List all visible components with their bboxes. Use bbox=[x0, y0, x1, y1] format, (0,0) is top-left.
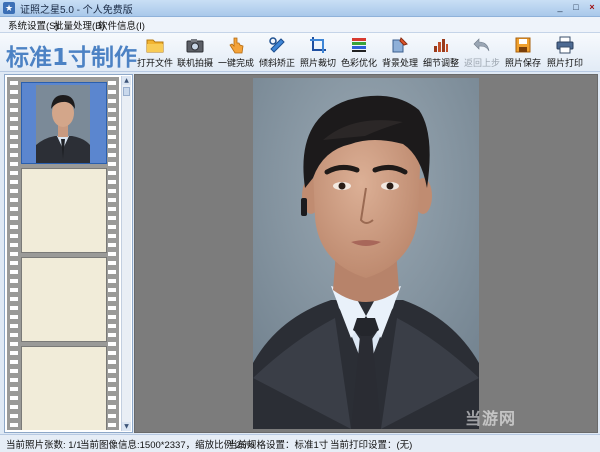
window-title: 证照之星5.0 - 个人免费版 bbox=[20, 5, 133, 16]
portrait-image bbox=[253, 78, 479, 429]
tool-label: 一键完成 bbox=[217, 58, 254, 68]
maximize-button[interactable]: □ bbox=[568, 1, 584, 14]
film-perforations-left bbox=[10, 77, 18, 430]
id-photo[interactable] bbox=[253, 78, 479, 429]
save-photo-button[interactable]: 照片保存 bbox=[503, 36, 543, 70]
thumbnail-frame-active[interactable] bbox=[21, 82, 107, 164]
app-window: ★ 证照之星5.0 - 个人免费版 _ □ × 系统设置(S) 批量处理(B) … bbox=[0, 0, 600, 452]
detail-adjust-icon bbox=[434, 39, 448, 52]
rotate-tool-icon bbox=[269, 37, 285, 53]
camera-icon bbox=[186, 39, 204, 53]
folder-icon bbox=[146, 39, 164, 53]
photo-preview-area: 当游网 bbox=[134, 74, 598, 433]
film-strip bbox=[7, 77, 119, 430]
printer-icon bbox=[556, 36, 574, 54]
close-button[interactable]: × bbox=[584, 1, 600, 14]
tool-label: 色彩优化 bbox=[340, 58, 377, 68]
app-logo-icon: ★ bbox=[3, 2, 15, 14]
tool-label: 照片保存 bbox=[504, 58, 541, 68]
mode-title: 标准1寸制作 bbox=[6, 45, 138, 71]
status-bar: 当前照片张数: 1/1 当前图像信息:1500*2337，缩放比例 25% 当前… bbox=[0, 434, 600, 452]
status-spec: 当前规格设置：标准1寸 bbox=[228, 440, 329, 451]
scroll-thumb[interactable] bbox=[123, 87, 130, 96]
toolbar: 标准1寸制作 打开文件 联机拍摄 一键完成 倾斜矫正 照片裁切 色彩优化 背景处… bbox=[0, 33, 600, 72]
undo-button[interactable]: 返回上步 bbox=[462, 36, 502, 70]
color-optimize-button[interactable]: 色彩优化 bbox=[339, 36, 379, 70]
thumbnail-frame-empty[interactable] bbox=[21, 346, 107, 430]
crop-button[interactable]: 照片裁切 bbox=[298, 36, 338, 70]
print-photo-button[interactable]: 照片打印 bbox=[545, 36, 585, 70]
tool-label: 背景处理 bbox=[381, 58, 418, 68]
hand-click-icon bbox=[229, 37, 244, 54]
background-process-button[interactable]: 背景处理 bbox=[380, 36, 420, 70]
tool-label: 照片裁切 bbox=[299, 58, 336, 68]
tilt-correction-button[interactable]: 倾斜矫正 bbox=[257, 36, 297, 70]
menu-system-settings[interactable]: 系统设置(S) bbox=[8, 18, 59, 32]
minimize-button[interactable]: _ bbox=[552, 1, 568, 14]
tool-label: 联机拍摄 bbox=[176, 58, 213, 68]
site-watermark: 当游网 bbox=[465, 409, 517, 428]
thumbnail-panel: ▲ ▼ bbox=[4, 74, 133, 433]
tool-label: 返回上步 bbox=[463, 58, 500, 68]
status-photo-count: 当前照片张数: 1/1 bbox=[6, 440, 82, 451]
open-file-button[interactable]: 打开文件 bbox=[135, 36, 175, 70]
thumbnail-frame-empty[interactable] bbox=[21, 168, 107, 253]
scroll-down-arrow-icon[interactable]: ▼ bbox=[122, 422, 131, 431]
color-bars-icon bbox=[352, 38, 366, 52]
tool-label: 细节调整 bbox=[422, 58, 459, 68]
save-disk-icon bbox=[515, 37, 531, 53]
tool-label: 打开文件 bbox=[136, 58, 173, 68]
menu-software-info[interactable]: 软件信息(I) bbox=[98, 18, 145, 32]
undo-icon bbox=[473, 38, 490, 52]
menu-bar: 系统设置(S) 批量处理(B) 软件信息(I) bbox=[0, 17, 600, 33]
film-perforations-right bbox=[108, 77, 116, 430]
tethered-shoot-button[interactable]: 联机拍摄 bbox=[175, 36, 215, 70]
background-brush-icon bbox=[392, 37, 408, 53]
thumbnail-frame-empty[interactable] bbox=[21, 257, 107, 342]
status-print: 当前打印设置：(无) bbox=[330, 440, 413, 451]
photo-thumbnail bbox=[22, 83, 106, 163]
tool-label: 照片打印 bbox=[546, 58, 583, 68]
thumbnail-scrollbar[interactable]: ▲ ▼ bbox=[121, 76, 131, 431]
detail-adjust-button[interactable]: 细节调整 bbox=[421, 36, 461, 70]
crop-icon bbox=[310, 37, 326, 53]
one-click-button[interactable]: 一键完成 bbox=[216, 36, 256, 70]
tool-label: 倾斜矫正 bbox=[258, 58, 295, 68]
title-bar: ★ 证照之星5.0 - 个人免费版 _ □ × bbox=[0, 0, 600, 17]
scroll-up-arrow-icon[interactable]: ▲ bbox=[122, 76, 131, 85]
